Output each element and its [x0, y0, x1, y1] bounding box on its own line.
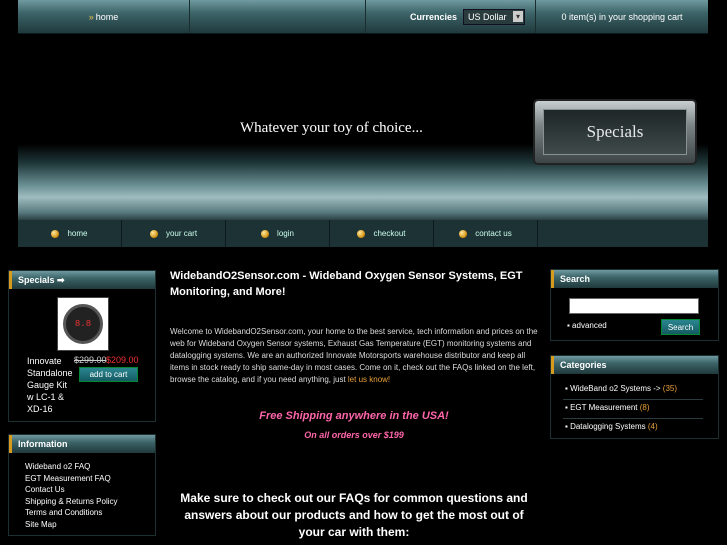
category-count: (8) — [639, 403, 650, 412]
info-link-wideband-faq[interactable]: Wideband o2 FAQ — [25, 461, 155, 473]
add-to-cart-button[interactable]: add to cart — [79, 367, 138, 382]
information-box: Information Wideband o2 FAQ EGT Measurem… — [8, 434, 156, 536]
banner-tagline: Whatever your toy of choice... — [240, 120, 423, 136]
categories-heading: Categories — [551, 356, 718, 374]
currencies-label: Currencies — [409, 11, 457, 22]
nav-home[interactable]: home — [18, 220, 122, 247]
category-count: (4) — [647, 422, 658, 431]
main-nav: home your cart login checkout contact us — [18, 220, 708, 247]
category-label: EGT Measurement — [570, 403, 638, 412]
header-banner: Whatever your toy of choice... Specials — [18, 34, 708, 220]
information-heading: Information — [9, 435, 155, 453]
category-egt[interactable]: ▪ EGT Measurement (8) — [565, 403, 650, 412]
search-box: Search ▪ advanced Search — [550, 269, 719, 341]
faq-note: Make sure to check out our FAQs for comm… — [180, 491, 528, 539]
specials-badge-label: Specials — [543, 109, 687, 155]
nav-login[interactable]: login — [226, 220, 330, 247]
specials-heading[interactable]: Specials ➡ — [9, 271, 155, 289]
category-label: Datalogging Systems — [570, 422, 646, 431]
page-title: WidebandO2Sensor.com - Wideband Oxygen S… — [170, 270, 523, 298]
info-link-terms[interactable]: Terms and Conditions — [25, 507, 155, 519]
nav-contact-us-label: contact us — [475, 229, 512, 238]
nav-your-cart[interactable]: your cart — [122, 220, 226, 247]
chevron-down-icon: ▾ — [513, 10, 523, 22]
info-link-site-map[interactable]: Site Map — [25, 519, 155, 531]
category-datalogging[interactable]: ▪ Datalogging Systems (4) — [565, 422, 658, 431]
gauge-icon: 8.8 — [63, 304, 103, 344]
info-link-shipping-returns[interactable]: Shipping & Returns Policy — [25, 496, 155, 508]
bullet-icon — [261, 229, 270, 238]
nav-filler — [538, 220, 708, 247]
top-home-label: home — [95, 11, 119, 22]
currency-value: US Dollar — [468, 11, 507, 22]
category-divider — [563, 399, 703, 400]
bullet-icon — [357, 229, 366, 238]
category-label: WideBand o2 Systems -> — [570, 384, 661, 393]
info-link-egt-faq[interactable]: EGT Measurement FAQ — [25, 473, 155, 485]
category-count: (35) — [662, 384, 678, 393]
nav-home-label: home — [67, 229, 88, 238]
specials-box: Specials ➡ 8.8 Innovate Standalone Gauge… — [8, 270, 156, 422]
welcome-text: Welcome to WidebandO2Sensor.com, your ho… — [170, 326, 538, 386]
categories-box: Categories ▪ WideBand o2 Systems -> (35)… — [550, 355, 719, 439]
main-content: WidebandO2Sensor.com - Wideband Oxygen S… — [170, 268, 538, 541]
nav-contact-us[interactable]: contact us — [434, 220, 538, 247]
top-home-link[interactable]: » home — [18, 0, 190, 33]
old-price: $299.00 — [74, 355, 107, 365]
nav-checkout[interactable]: checkout — [330, 220, 434, 247]
search-input[interactable] — [569, 298, 699, 314]
nav-checkout-label: checkout — [373, 229, 406, 238]
info-link-contact-us[interactable]: Contact Us — [25, 484, 155, 496]
cart-summary[interactable]: 0 item(s) in your shopping cart — [536, 0, 708, 33]
nav-login-label: login — [277, 229, 294, 238]
information-links: Wideband o2 FAQ EGT Measurement FAQ Cont… — [9, 453, 155, 531]
top-bar: » home Currencies US Dollar ▾ 0 item(s) … — [18, 0, 708, 34]
free-shipping-banner: Free Shipping anywhere in the USA! — [259, 410, 449, 422]
search-button[interactable]: Search — [661, 319, 700, 335]
nav-your-cart-label: your cart — [165, 229, 198, 238]
currency-select[interactable]: US Dollar ▾ — [463, 8, 525, 25]
product-name-link[interactable]: Innovate Standalone Gauge Kit w LC-1 & X… — [27, 355, 73, 415]
bullet-icon — [459, 229, 468, 238]
advanced-search-link[interactable]: ▪ advanced — [567, 321, 607, 330]
bullet-icon — [51, 229, 60, 238]
home-arrow-icon: » — [88, 11, 94, 22]
sale-price: $209.00 — [106, 355, 139, 365]
category-wideband[interactable]: ▪ WideBand o2 Systems -> (35) — [565, 384, 677, 393]
contact-link[interactable]: let us know! — [348, 375, 390, 384]
currency-area: Currencies US Dollar ▾ — [366, 0, 536, 33]
category-divider — [563, 418, 703, 419]
bullet-icon — [149, 229, 158, 238]
orders-over-note: On all orders over $199 — [304, 430, 404, 440]
top-bar-spacer — [190, 0, 366, 33]
search-heading: Search — [551, 270, 718, 288]
gauge-display: 8.8 — [74, 319, 92, 329]
specials-badge-button[interactable]: Specials — [535, 101, 695, 163]
product-image[interactable]: 8.8 — [57, 297, 109, 351]
